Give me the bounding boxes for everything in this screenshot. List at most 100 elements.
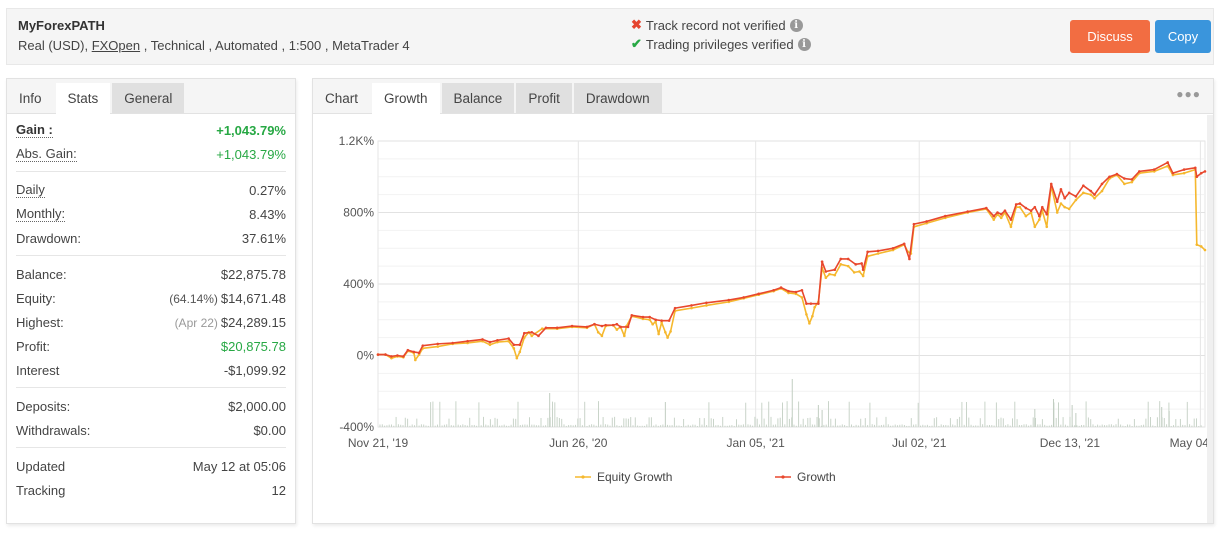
data-point [866,250,869,254]
data-point [1195,243,1199,246]
data-point [515,356,519,360]
data-point [1138,170,1141,173]
legend-label: Growth [797,470,836,484]
data-point [669,330,672,333]
tab-growth[interactable]: Growth [372,83,440,114]
y-tick-label: 800% [343,206,374,220]
data-point [1123,182,1126,186]
data-point [1038,218,1041,221]
data-point [1100,182,1104,186]
data-point [641,315,645,319]
data-point [833,268,837,271]
stat-label[interactable]: Gain : [16,122,53,138]
stat-label: Withdrawals: [16,422,91,438]
stat-label: Equity: [16,290,56,306]
stat-value: $24,289.15 [220,314,286,330]
stat-label: Tracking [16,482,66,498]
data-point [824,270,828,273]
broker-link[interactable]: FXOpen [92,38,140,53]
data-point [943,214,947,218]
stat-label[interactable]: Abs. Gain: [16,146,77,162]
x-tick-label: May 04, '22 [1170,436,1207,450]
data-point [1038,214,1041,218]
tab-profit[interactable]: Profit [516,83,572,113]
data-point [1045,225,1049,229]
stat-value: +1,043.79% [216,146,286,162]
data-point [615,328,619,331]
data-point [518,350,522,354]
data-point [1195,175,1199,179]
data-point [828,272,831,276]
scrollbar[interactable] [1207,115,1213,523]
tab-info[interactable]: Info [7,83,54,113]
tab-drawdown[interactable]: Drawdown [573,83,662,113]
data-point [787,289,790,293]
data-point [570,324,574,328]
data-point [891,246,895,250]
data-point [817,302,820,305]
stat-monthly: Monthly: 8.43% [16,202,286,226]
data-point [604,323,607,327]
data-point [690,304,693,307]
data-point [512,343,516,347]
data-point [555,326,559,330]
x-icon: ✖ [631,17,642,32]
stat-label[interactable]: Daily [16,182,45,198]
info-icon[interactable]: i [789,18,803,32]
data-point [630,313,634,317]
tab-general[interactable]: General [112,83,185,113]
data-point [705,301,708,305]
tab-balance[interactable]: Balance [441,83,515,113]
data-point [1130,178,1134,181]
stat-label[interactable]: Monthly: [16,206,66,222]
data-point [522,331,526,335]
data-point [384,353,387,356]
data-point [412,350,416,354]
chart-panel: Chart Growth Balance Profit Drawdown ●●●… [312,78,1222,524]
data-point [992,218,996,221]
data-point [488,340,492,344]
data-point [805,313,808,316]
legend-marker [781,475,785,479]
copy-button[interactable]: Copy [1155,20,1211,53]
tab-chart[interactable]: Chart [313,83,370,113]
x-tick-label: Jun 26, '20 [549,436,608,450]
data-point [1130,180,1134,184]
stat-value: -$1,099.92 [223,362,286,378]
data-point [846,264,850,268]
data-point [839,257,843,261]
data-point [985,206,988,210]
data-point [1067,207,1071,211]
growth-chart: -400% 0% 400% 800% 1.2K% Nov 21, '19 Jun 26, '… [313,115,1222,523]
data-point [537,334,540,338]
data-point [861,274,865,278]
info-icon[interactable]: i [797,37,811,51]
data-point [813,305,816,309]
data-point [507,337,510,340]
data-point [1152,168,1156,171]
data-point [1055,211,1059,214]
stat-value-group: (Apr 22) $24,289.15 [175,315,286,330]
data-point [1024,214,1028,218]
data-point [1166,161,1169,164]
data-point [1082,184,1085,187]
data-point [402,355,405,358]
discuss-button[interactable]: Discuss [1070,20,1150,53]
data-point [1049,182,1053,186]
more-dots-icon[interactable]: ●●● [1176,87,1201,101]
data-point [772,288,775,292]
data-point [794,290,798,294]
data-point [1063,205,1066,209]
stat-gain: Gain : +1,043.79% [16,118,286,142]
data-point [876,252,880,255]
stat-label: Profit: [16,338,50,354]
data-point [912,222,916,226]
data-point [779,286,783,289]
trading-privileges-status: ✔ Trading privileges verified i [631,36,811,52]
data-point [1074,198,1078,202]
tab-stats[interactable]: Stats [55,83,111,114]
data-point [1029,209,1033,213]
x-tick-label: Dec 13, '21 [1040,436,1101,450]
check-icon: ✔ [631,36,642,51]
data-point [800,296,804,299]
